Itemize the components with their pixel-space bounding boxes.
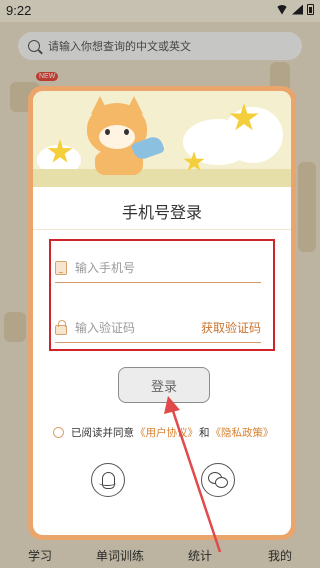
qq-icon xyxy=(98,471,116,489)
phone-input[interactable] xyxy=(75,260,261,275)
wechat-icon xyxy=(208,472,228,488)
privacy-policy-link[interactable]: 《隐私政策》 xyxy=(211,425,274,440)
agreement-row: 已阅读并同意 《用户协议》 和 《隐私政策》 xyxy=(53,424,283,440)
login-button[interactable]: 登录 xyxy=(118,367,210,403)
login-title: 手机号登录 xyxy=(121,203,202,222)
qq-login-button[interactable] xyxy=(91,463,125,497)
banner-illustration xyxy=(33,91,291,187)
user-agreement-link[interactable]: 《用户协议》 xyxy=(135,425,198,440)
phone-field xyxy=(55,253,261,283)
agreement-checkbox[interactable] xyxy=(53,426,64,438)
title-divider xyxy=(33,229,291,230)
code-input[interactable] xyxy=(75,320,201,335)
login-modal: 手机号登录 获取验证码 登录 已阅读并同意 《用户协议》 和 《隐私政策》 xyxy=(28,86,296,540)
get-code-button[interactable]: 获取验证码 xyxy=(201,319,261,336)
login-modal-body: 手机号登录 获取验证码 登录 已阅读并同意 《用户协议》 和 《隐私政策》 xyxy=(33,91,291,535)
lock-icon xyxy=(55,319,67,335)
banner-grass xyxy=(33,169,291,187)
code-field: 获取验证码 xyxy=(55,313,261,343)
agreement-prefix: 已阅读并同意 xyxy=(71,426,134,439)
agreement-and: 和 xyxy=(199,426,210,439)
wechat-login-button[interactable] xyxy=(201,463,235,497)
phone-icon xyxy=(55,260,67,275)
